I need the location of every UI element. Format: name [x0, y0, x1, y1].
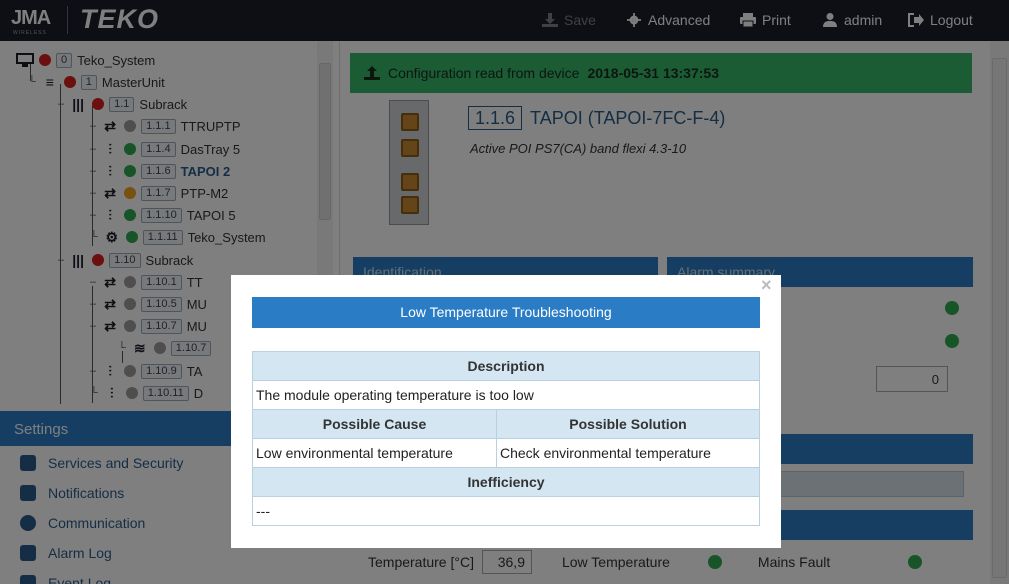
solution-header: Possible Solution	[496, 409, 760, 439]
troubleshooting-table: Description The module operating tempera…	[252, 351, 760, 526]
inefficiency-cell: ---	[252, 496, 760, 526]
troubleshooting-modal: × Low Temperature Troubleshooting Descri…	[231, 275, 781, 548]
cause-cell: Low environmental temperature	[252, 438, 497, 468]
description-cell: The module operating temperature is too …	[252, 380, 760, 410]
cause-header: Possible Cause	[252, 409, 497, 439]
description-header: Description	[252, 351, 760, 381]
close-icon[interactable]: ×	[761, 275, 772, 296]
solution-cell: Check environmental temperature	[496, 438, 760, 468]
modal-title: Low Temperature Troubleshooting	[252, 297, 760, 328]
inefficiency-header: Inefficiency	[252, 467, 760, 497]
